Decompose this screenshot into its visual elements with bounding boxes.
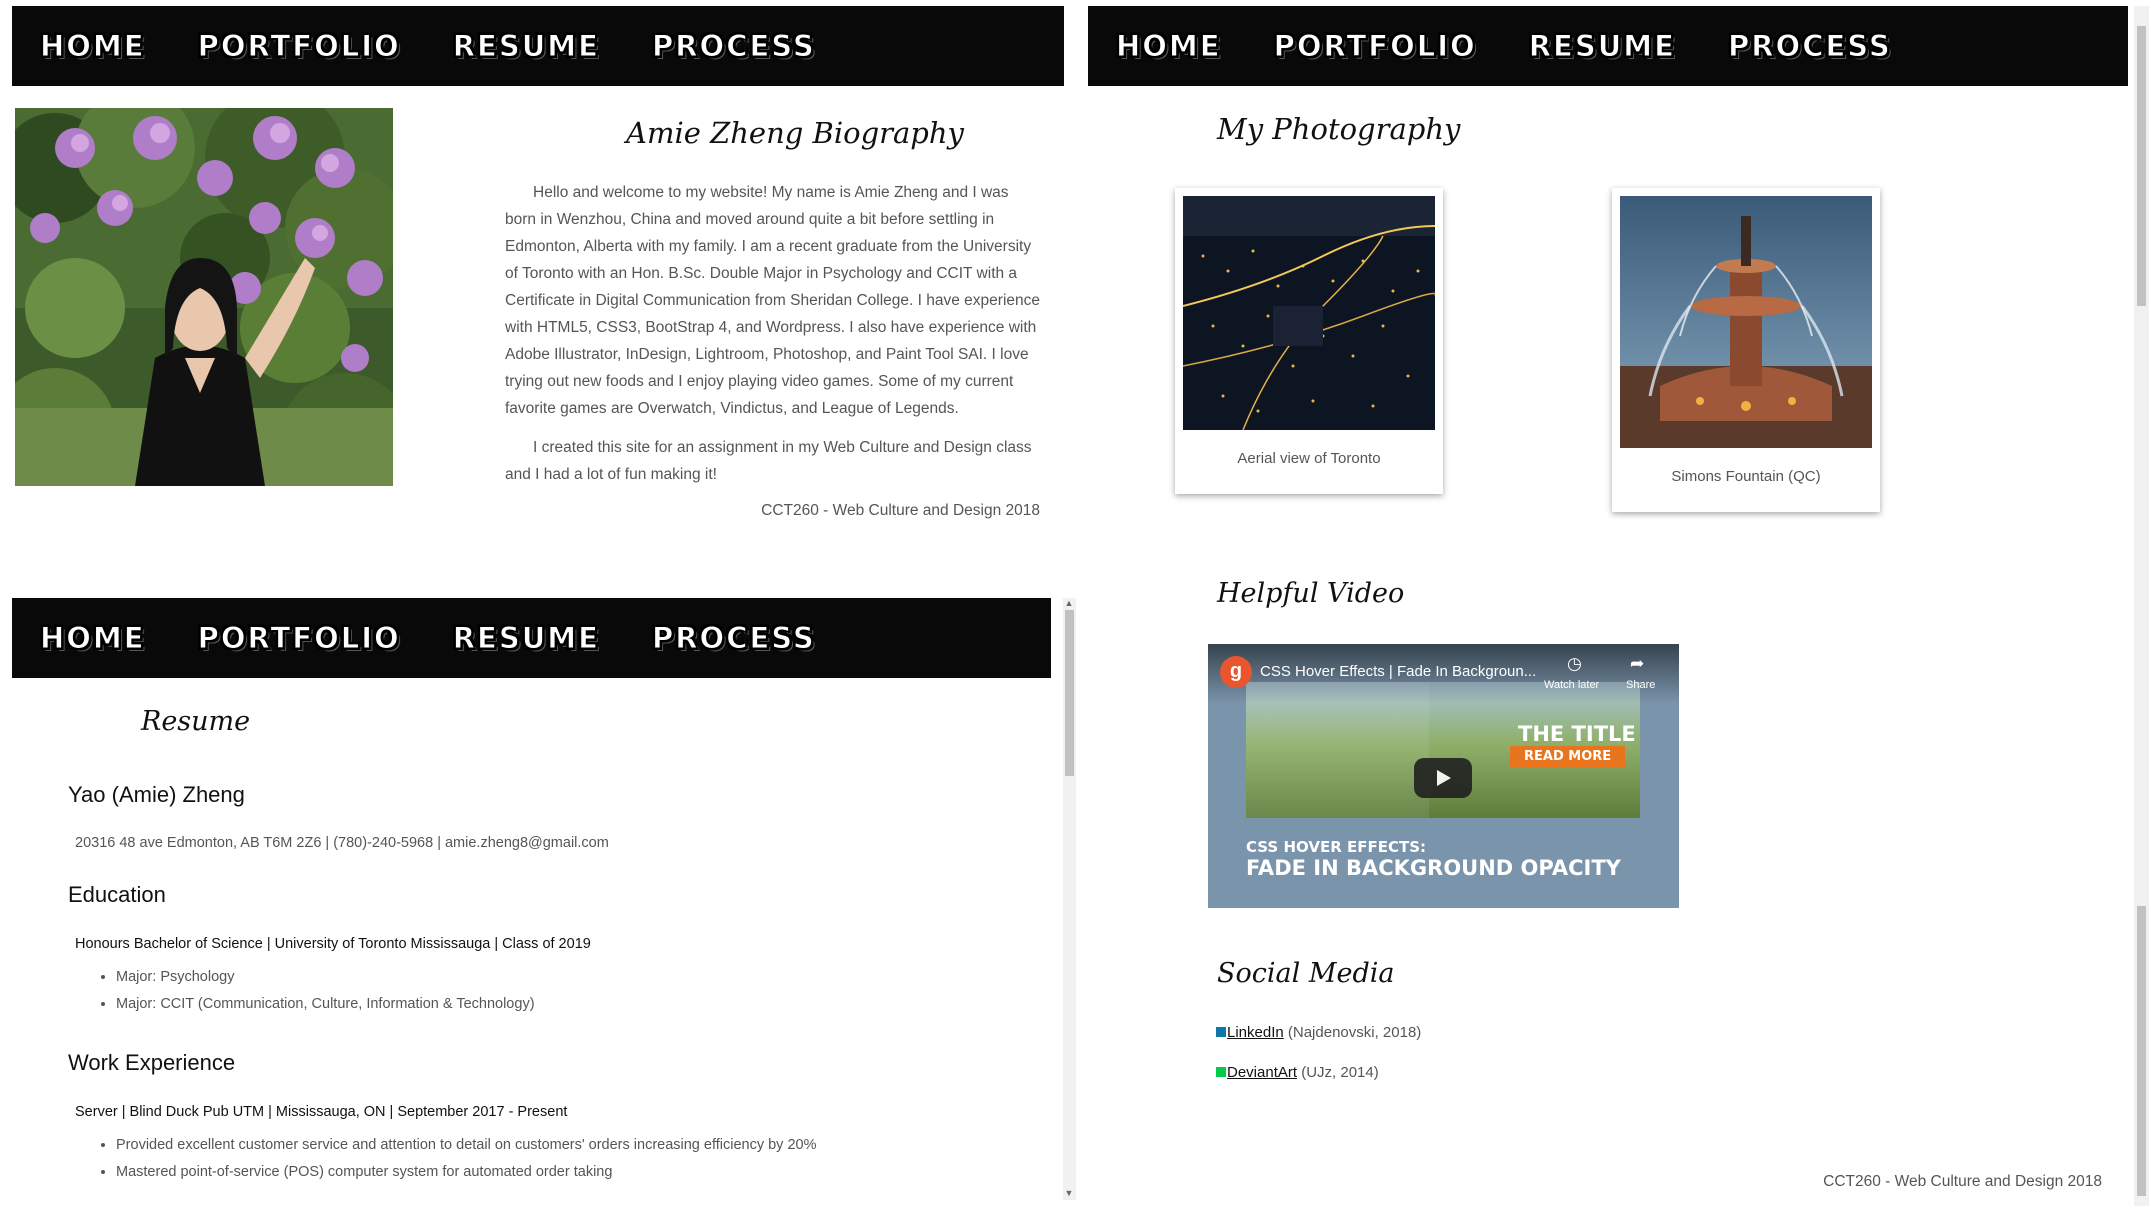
bio-title: Amie Zheng Biography: [626, 116, 964, 150]
list-item: Major: CCIT (Communication, Culture, Inf…: [116, 991, 535, 1018]
share-icon[interactable]: ➦: [1630, 654, 1644, 674]
photo-card-toronto[interactable]: Aerial view of Toronto: [1175, 188, 1443, 494]
work-bullets: Provided excellent customer service and …: [98, 1132, 816, 1186]
resume-title: Resume: [141, 706, 251, 737]
list-item: Mastered point-of-service (POS) computer…: [116, 1159, 816, 1186]
photography-title: My Photography: [1217, 112, 1461, 146]
bio-line: and I had a lot of fun making it!: [505, 466, 717, 483]
portrait-photo: [15, 108, 393, 486]
list-item: Major: Psychology: [116, 964, 535, 991]
scroll-up-arrow[interactable]: ▲: [1063, 598, 1075, 608]
bio-line: of Toronto with an Hon. B.Sc. Double Maj…: [505, 265, 1018, 282]
deviantart-citation: (UJz, 2014): [1301, 1064, 1379, 1081]
bio-paragraph-1: Hello and welcome to my website! My name…: [505, 179, 1045, 422]
bio-line: born in Wenzhou, China and moved around …: [505, 211, 995, 228]
fountain-photo: [1620, 196, 1872, 448]
bio-line: trying out new foods and I enjoy playing…: [505, 373, 1014, 390]
share-label[interactable]: Share: [1626, 679, 1655, 691]
work-heading: Work Experience: [68, 1050, 236, 1075]
nav-process[interactable]: PROCESS: [651, 29, 816, 64]
scrollbar-thumb[interactable]: [2137, 906, 2146, 1196]
bio-line: Edmonton, Alberta with my family. I am a…: [505, 238, 1032, 255]
social-title: Social Media: [1217, 958, 1395, 989]
nav-portfolio[interactable]: PORTFOLIO: [197, 621, 401, 656]
bio-line: favorite games are Overwatch, Vindictus,…: [505, 400, 959, 417]
photo-caption: Aerial view of Toronto: [1237, 450, 1381, 467]
play-icon: [1437, 770, 1451, 786]
thumb-line-1: CSS HOVER EFFECTS:: [1246, 838, 1426, 856]
channel-avatar[interactable]: g: [1220, 656, 1252, 688]
navbar: HOME PORTFOLIO RESUME PROCESS: [1088, 6, 2128, 86]
bio-paragraph-2: I created this site for an assignment in…: [505, 434, 1045, 488]
video-title-text[interactable]: CSS Hover Effects | Fade In Backgroun...: [1260, 663, 1536, 680]
linkedin-link[interactable]: LinkedIn: [1227, 1024, 1284, 1041]
nav-resume[interactable]: RESUME: [452, 29, 600, 64]
scroll-down-arrow[interactable]: ▼: [1063, 1188, 1075, 1198]
bio-line: with HTML5, CSS3, BootStrap 4, and Wordp…: [505, 319, 1037, 336]
resume-name: Yao (Amie) Zheng: [68, 782, 245, 807]
bio-line: Hello and welcome to my website! My name…: [533, 184, 1009, 201]
deviantart-icon: [1216, 1067, 1226, 1077]
portfolio-scrollbar[interactable]: [2134, 6, 2149, 1206]
social-item-linkedin: LinkedIn (Najdenovski, 2018): [1216, 1024, 1421, 1041]
scrollbar-thumb[interactable]: [1065, 610, 1074, 776]
video-title: Helpful Video: [1217, 578, 1405, 609]
portfolio-panel: HOME PORTFOLIO RESUME PROCESS: [1088, 6, 2128, 86]
watch-later-label[interactable]: Watch later: [1544, 679, 1599, 691]
photo-card-fountain[interactable]: Simons Fountain (QC): [1612, 188, 1880, 512]
nav-home[interactable]: HOME: [40, 29, 146, 64]
nav-resume[interactable]: RESUME: [452, 621, 600, 656]
nav-home[interactable]: HOME: [1116, 29, 1222, 64]
social-item-deviantart: DeviantArt (UJz, 2014): [1216, 1064, 1379, 1081]
resume-scrollbar[interactable]: ▲ ▼: [1063, 598, 1076, 1200]
education-entry: Honours Bachelor of Science | University…: [75, 936, 591, 952]
navbar: HOME PORTFOLIO RESUME PROCESS: [12, 598, 1051, 678]
nav-process[interactable]: PROCESS: [1727, 29, 1892, 64]
youtube-embed[interactable]: THE TITLE READ MORE CSS HOVER EFFECTS: F…: [1208, 644, 1679, 908]
nav-portfolio[interactable]: PORTFOLIO: [1273, 29, 1477, 64]
scrollbar-thumb[interactable]: [2137, 26, 2146, 306]
watch-later-icon[interactable]: ◷: [1567, 654, 1582, 674]
nav-portfolio[interactable]: PORTFOLIO: [197, 29, 401, 64]
deviantart-link[interactable]: DeviantArt: [1227, 1064, 1297, 1081]
education-heading: Education: [68, 882, 166, 907]
bio-line: I created this site for an assignment in…: [533, 439, 1032, 456]
bio-footer: CCT260 - Web Culture and Design 2018: [761, 502, 1040, 519]
navbar: HOME PORTFOLIO RESUME PROCESS: [12, 6, 1064, 86]
resume-contact: 20316 48 ave Edmonton, AB T6M 2Z6 | (780…: [75, 835, 609, 851]
list-item: Provided excellent customer service and …: [116, 1132, 816, 1159]
thumb-line-2: FADE IN BACKGROUND OPACITY: [1246, 856, 1621, 880]
nav-home[interactable]: HOME: [40, 621, 146, 656]
nav-process[interactable]: PROCESS: [651, 621, 816, 656]
bio-line: Adobe Illustrator, InDesign, Lightroom, …: [505, 346, 1029, 363]
thumb-read-more: READ MORE: [1510, 746, 1626, 767]
linkedin-citation: (Najdenovski, 2018): [1287, 1024, 1422, 1041]
play-button[interactable]: [1414, 758, 1472, 798]
work-entry: Server | Blind Duck Pub UTM | Mississaug…: [75, 1104, 568, 1120]
toronto-aerial-photo: [1183, 196, 1435, 430]
bio-line: Certificate in Digital Communication fro…: [505, 292, 1041, 309]
portfolio-footer: CCT260 - Web Culture and Design 2018: [1823, 1173, 2102, 1190]
education-bullets: Major: Psychology Major: CCIT (Communica…: [98, 964, 535, 1018]
photo-caption: Simons Fountain (QC): [1671, 468, 1821, 485]
resume-panel: HOME PORTFOLIO RESUME PROCESS Resume Yao…: [12, 598, 1076, 1200]
linkedin-icon: [1216, 1027, 1226, 1037]
thumb-title: THE TITLE: [1518, 722, 1636, 746]
nav-resume[interactable]: RESUME: [1528, 29, 1676, 64]
